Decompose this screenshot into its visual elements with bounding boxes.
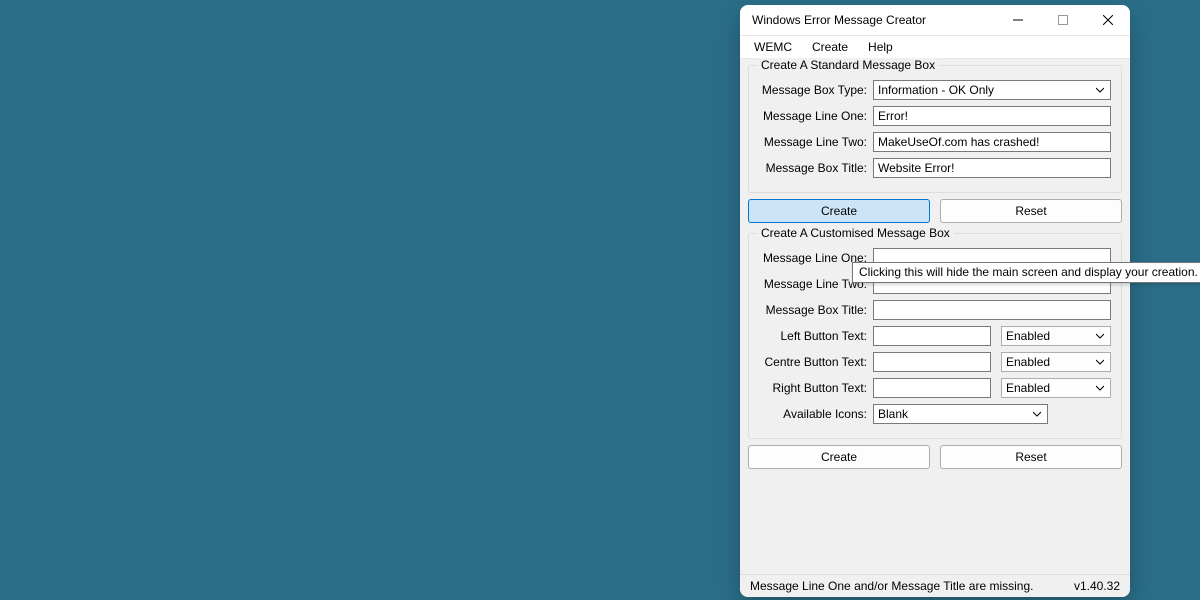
rightbtn-text-input[interactable] bbox=[873, 378, 991, 398]
leftbtn-state-select[interactable]: Enabled bbox=[1001, 326, 1111, 346]
label-line2: Message Line Two: bbox=[759, 135, 873, 149]
icons-select[interactable]: Blank bbox=[873, 404, 1048, 424]
chevron-down-icon bbox=[1094, 86, 1106, 94]
label-icons: Available Icons: bbox=[759, 407, 873, 421]
tooltip: Clicking this will hide the main screen … bbox=[852, 262, 1200, 283]
chevron-down-icon bbox=[1094, 332, 1106, 340]
rightbtn-state-select[interactable]: Enabled bbox=[1001, 378, 1111, 398]
leftbtn-text-input[interactable] bbox=[873, 326, 991, 346]
window-title: Windows Error Message Creator bbox=[752, 13, 995, 27]
label-c-title: Message Box Title: bbox=[759, 303, 873, 317]
standard-legend: Create A Standard Message Box bbox=[757, 58, 939, 72]
line1-input[interactable] bbox=[873, 106, 1111, 126]
menu-wemc[interactable]: WEMC bbox=[744, 38, 802, 56]
label-msg-type: Message Box Type: bbox=[759, 83, 873, 97]
reset-button-standard[interactable]: Reset bbox=[940, 199, 1122, 223]
statusbar: Message Line One and/or Message Title ar… bbox=[740, 574, 1130, 597]
message-type-value: Information - OK Only bbox=[878, 83, 1094, 97]
maximize-button[interactable] bbox=[1040, 5, 1085, 35]
rightbtn-state-value: Enabled bbox=[1006, 381, 1094, 395]
minimize-button[interactable] bbox=[995, 5, 1040, 35]
status-message: Message Line One and/or Message Title ar… bbox=[750, 579, 1074, 593]
line2-input[interactable] bbox=[873, 132, 1111, 152]
centrebtn-state-value: Enabled bbox=[1006, 355, 1094, 369]
menubar: WEMC Create Help bbox=[740, 36, 1130, 59]
minimize-icon bbox=[1013, 15, 1023, 25]
create-button-custom[interactable]: Create bbox=[748, 445, 930, 469]
close-icon bbox=[1103, 15, 1113, 25]
menu-help[interactable]: Help bbox=[858, 38, 903, 56]
titlebar[interactable]: Windows Error Message Creator bbox=[740, 5, 1130, 36]
window-controls bbox=[995, 5, 1130, 35]
leftbtn-state-value: Enabled bbox=[1006, 329, 1094, 343]
chevron-down-icon bbox=[1094, 384, 1106, 392]
maximize-icon bbox=[1058, 15, 1068, 25]
label-title: Message Box Title: bbox=[759, 161, 873, 175]
reset-button-custom[interactable]: Reset bbox=[940, 445, 1122, 469]
c-title-input[interactable] bbox=[873, 300, 1111, 320]
label-line1: Message Line One: bbox=[759, 109, 873, 123]
title-input[interactable] bbox=[873, 158, 1111, 178]
create-button-standard[interactable]: Create bbox=[748, 199, 930, 223]
label-rightbtn: Right Button Text: bbox=[759, 381, 873, 395]
close-button[interactable] bbox=[1085, 5, 1130, 35]
menu-create[interactable]: Create bbox=[802, 38, 858, 56]
standard-button-row: Create Reset bbox=[748, 199, 1122, 223]
custom-legend: Create A Customised Message Box bbox=[757, 226, 954, 240]
custom-button-row: Create Reset bbox=[748, 445, 1122, 469]
centrebtn-state-select[interactable]: Enabled bbox=[1001, 352, 1111, 372]
version-label: v1.40.32 bbox=[1074, 579, 1120, 593]
centrebtn-text-input[interactable] bbox=[873, 352, 991, 372]
app-window: Windows Error Message Creator WEMC Creat… bbox=[740, 5, 1130, 597]
message-type-select[interactable]: Information - OK Only bbox=[873, 80, 1111, 100]
chevron-down-icon bbox=[1094, 358, 1106, 366]
label-leftbtn: Left Button Text: bbox=[759, 329, 873, 343]
label-centrebtn: Centre Button Text: bbox=[759, 355, 873, 369]
standard-group: Create A Standard Message Box Message Bo… bbox=[748, 65, 1122, 193]
chevron-down-icon bbox=[1031, 410, 1043, 418]
icons-value: Blank bbox=[878, 407, 1031, 421]
